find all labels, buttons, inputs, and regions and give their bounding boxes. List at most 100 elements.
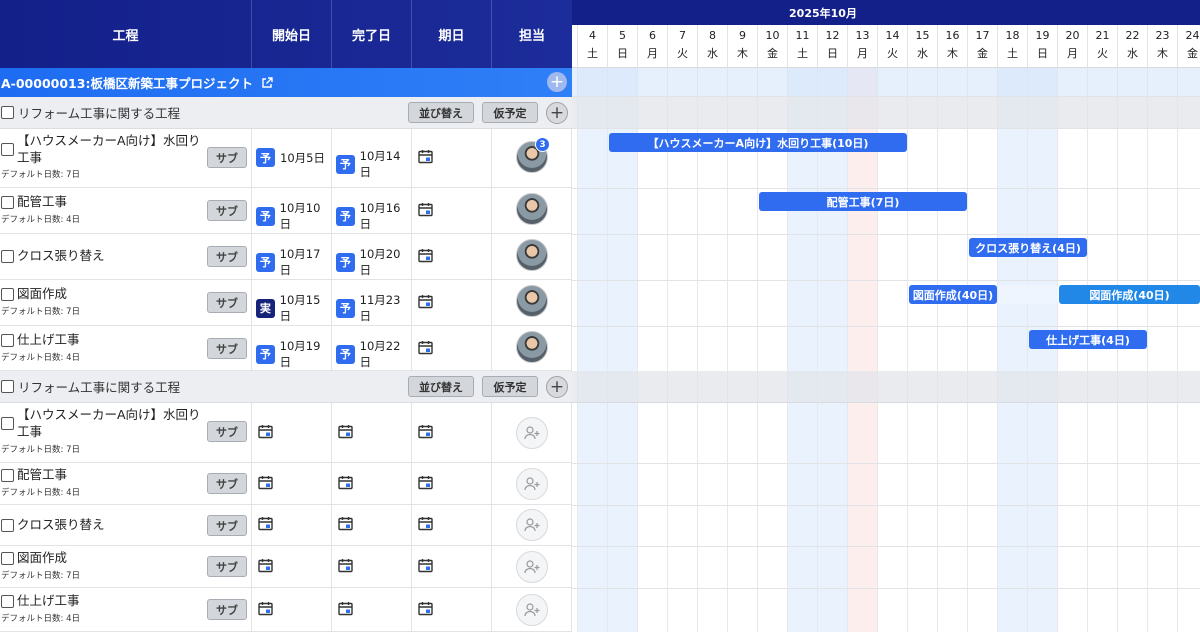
gantt-bar[interactable]: 図面作成(40日) — [909, 285, 997, 304]
weekday: 日 — [617, 47, 628, 60]
calendar-icon[interactable] — [338, 475, 353, 490]
task-checkbox[interactable] — [1, 334, 14, 347]
assignee-avatar[interactable] — [516, 285, 548, 317]
tentative-button[interactable]: 仮予定 — [482, 376, 538, 397]
gantt-bar[interactable]: クロス張り替え(4日) — [969, 238, 1087, 257]
group-add-button[interactable]: + — [546, 376, 568, 398]
tentative-button[interactable]: 仮予定 — [482, 102, 538, 123]
calendar-icon[interactable] — [418, 202, 433, 217]
day-column — [998, 68, 1028, 632]
calendar-icon[interactable] — [258, 516, 273, 531]
task-row[interactable]: 図面作成 デフォルト日数: 7日 サブ — [0, 546, 572, 588]
task-checkbox[interactable] — [1, 143, 14, 156]
task-checkbox[interactable] — [1, 196, 14, 209]
sort-button[interactable]: 並び替え — [408, 376, 474, 397]
sub-button[interactable]: サブ — [207, 421, 247, 442]
task-row[interactable]: 仕上げ工事 デフォルト日数: 4日 サブ 予 10月19日 予 10月22日 — [0, 326, 572, 371]
task-row[interactable]: 仕上げ工事 デフォルト日数: 4日 サブ — [0, 588, 572, 632]
assign-user-button[interactable] — [516, 468, 548, 500]
sub-button[interactable]: サブ — [207, 292, 247, 313]
calendar-icon[interactable] — [418, 558, 433, 573]
task-checkbox[interactable] — [1, 469, 14, 482]
end-date[interactable]: 予 11月23日 — [336, 292, 411, 324]
task-checkbox[interactable] — [1, 552, 14, 565]
end-date[interactable]: 予 10月20日 — [336, 246, 411, 278]
task-row[interactable]: クロス張り替え サブ 予 10月17日 予 10月20日 — [0, 234, 572, 280]
start-date[interactable]: 予 10月19日 — [256, 338, 331, 370]
calendar-icon[interactable] — [418, 601, 433, 616]
plan-badge: 予 — [256, 252, 275, 272]
task-checkbox[interactable] — [1, 595, 14, 608]
sub-button[interactable]: サブ — [207, 338, 247, 359]
weekday: 金 — [767, 47, 778, 60]
day-header: 4土 — [578, 25, 608, 68]
calendar-icon[interactable] — [258, 558, 273, 573]
sub-button[interactable]: サブ — [207, 599, 247, 620]
sort-button[interactable]: 並び替え — [408, 102, 474, 123]
assignee-avatar[interactable] — [516, 331, 548, 363]
task-row[interactable]: 配管工事 デフォルト日数: 4日 サブ 予 10月10日 予 10月16日 — [0, 188, 572, 234]
group-checkbox[interactable] — [1, 106, 14, 119]
group-add-button[interactable]: + — [546, 102, 568, 124]
calendar-icon[interactable] — [418, 340, 433, 355]
day-column — [1088, 68, 1118, 632]
start-date[interactable]: 実 10月15日 — [256, 292, 331, 324]
task-checkbox[interactable] — [1, 519, 14, 532]
calendar-icon[interactable] — [418, 424, 433, 439]
calendar-icon[interactable] — [258, 601, 273, 616]
sub-button[interactable]: サブ — [207, 200, 247, 221]
sub-button[interactable]: サブ — [207, 246, 247, 267]
start-date[interactable]: 予 10月5日 — [256, 148, 325, 167]
assign-user-button[interactable] — [516, 551, 548, 583]
gantt-bar[interactable]: 図面作成(40日) — [1059, 285, 1200, 304]
day-number: 22 — [1125, 29, 1140, 42]
task-checkbox[interactable] — [1, 288, 14, 301]
task-name: クロス張り替え — [17, 517, 105, 532]
start-date[interactable]: 予 10月10日 — [256, 200, 331, 232]
day-column — [818, 68, 848, 632]
assign-user-button[interactable] — [516, 417, 548, 449]
calendar-icon[interactable] — [418, 149, 433, 164]
assignee-avatar[interactable] — [516, 193, 548, 225]
end-date[interactable]: 予 10月16日 — [336, 200, 411, 232]
calendar-icon[interactable] — [338, 558, 353, 573]
task-row[interactable]: 【ハウスメーカーA向け】水回り工事 デフォルト日数: 7日 サブ — [0, 403, 572, 463]
calendar-icon[interactable] — [338, 424, 353, 439]
sub-button[interactable]: サブ — [207, 473, 247, 494]
task-checkbox[interactable] — [1, 250, 14, 263]
task-row[interactable]: クロス張り替え サブ — [0, 505, 572, 546]
group-label: リフォーム工事に関する工程 — [18, 106, 181, 121]
project-title[interactable]: A-00000013:板橋区新築工事プロジェクト — [1, 73, 253, 92]
assignee-avatar[interactable] — [516, 239, 548, 271]
assign-user-button[interactable] — [516, 594, 548, 626]
calendar-icon[interactable] — [418, 516, 433, 531]
end-date[interactable]: 予 10月22日 — [336, 338, 411, 370]
calendar-icon[interactable] — [418, 475, 433, 490]
calendar-icon[interactable] — [418, 248, 433, 263]
gantt-bar[interactable]: 【ハウスメーカーA向け】水回り工事(10日) — [609, 133, 907, 152]
gantt-bar[interactable]: 配管工事(7日) — [759, 192, 967, 211]
calendar-icon[interactable] — [338, 516, 353, 531]
external-link-icon[interactable] — [261, 76, 273, 89]
task-row[interactable]: 図面作成 デフォルト日数: 7日 サブ 実 10月15日 予 11月23日 — [0, 280, 572, 326]
calendar-icon[interactable] — [418, 294, 433, 309]
task-row[interactable]: 配管工事 デフォルト日数: 4日 サブ — [0, 463, 572, 505]
assign-user-button[interactable] — [516, 509, 548, 541]
calendar-icon[interactable] — [258, 475, 273, 490]
gantt-bar[interactable]: 仕上げ工事(4日) — [1029, 330, 1147, 349]
calendar-icon[interactable] — [338, 601, 353, 616]
weekday: 火 — [677, 47, 688, 60]
day-number: 9 — [739, 29, 746, 42]
start-date[interactable]: 予 10月17日 — [256, 246, 331, 278]
sub-button[interactable]: サブ — [207, 515, 247, 536]
task-checkbox[interactable] — [1, 417, 14, 430]
project-add-button[interactable]: + — [547, 72, 567, 92]
sub-button[interactable]: サブ — [207, 147, 247, 168]
group-checkbox[interactable] — [1, 380, 14, 393]
task-row[interactable]: 【ハウスメーカーA向け】水回り工事 デフォルト日数: 7日 サブ 予 10月5日 … — [0, 129, 572, 188]
calendar-icon[interactable] — [258, 424, 273, 439]
end-date[interactable]: 予 10月14日 — [336, 148, 411, 180]
sub-button[interactable]: サブ — [207, 556, 247, 577]
project-row[interactable]: A-00000013:板橋区新築工事プロジェクト + — [0, 68, 572, 97]
day-header — [572, 25, 578, 68]
